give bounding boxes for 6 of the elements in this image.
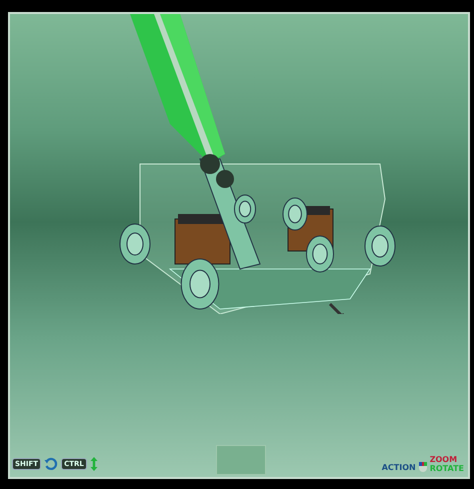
rotate-label: ROTATE [430, 464, 464, 473]
zoom-label: ZOOM [430, 455, 458, 464]
action-label: ACTION [382, 463, 416, 473]
rotate-icon [44, 457, 58, 471]
mouse-icon [418, 461, 428, 473]
vertical-arrow-icon [90, 456, 98, 472]
